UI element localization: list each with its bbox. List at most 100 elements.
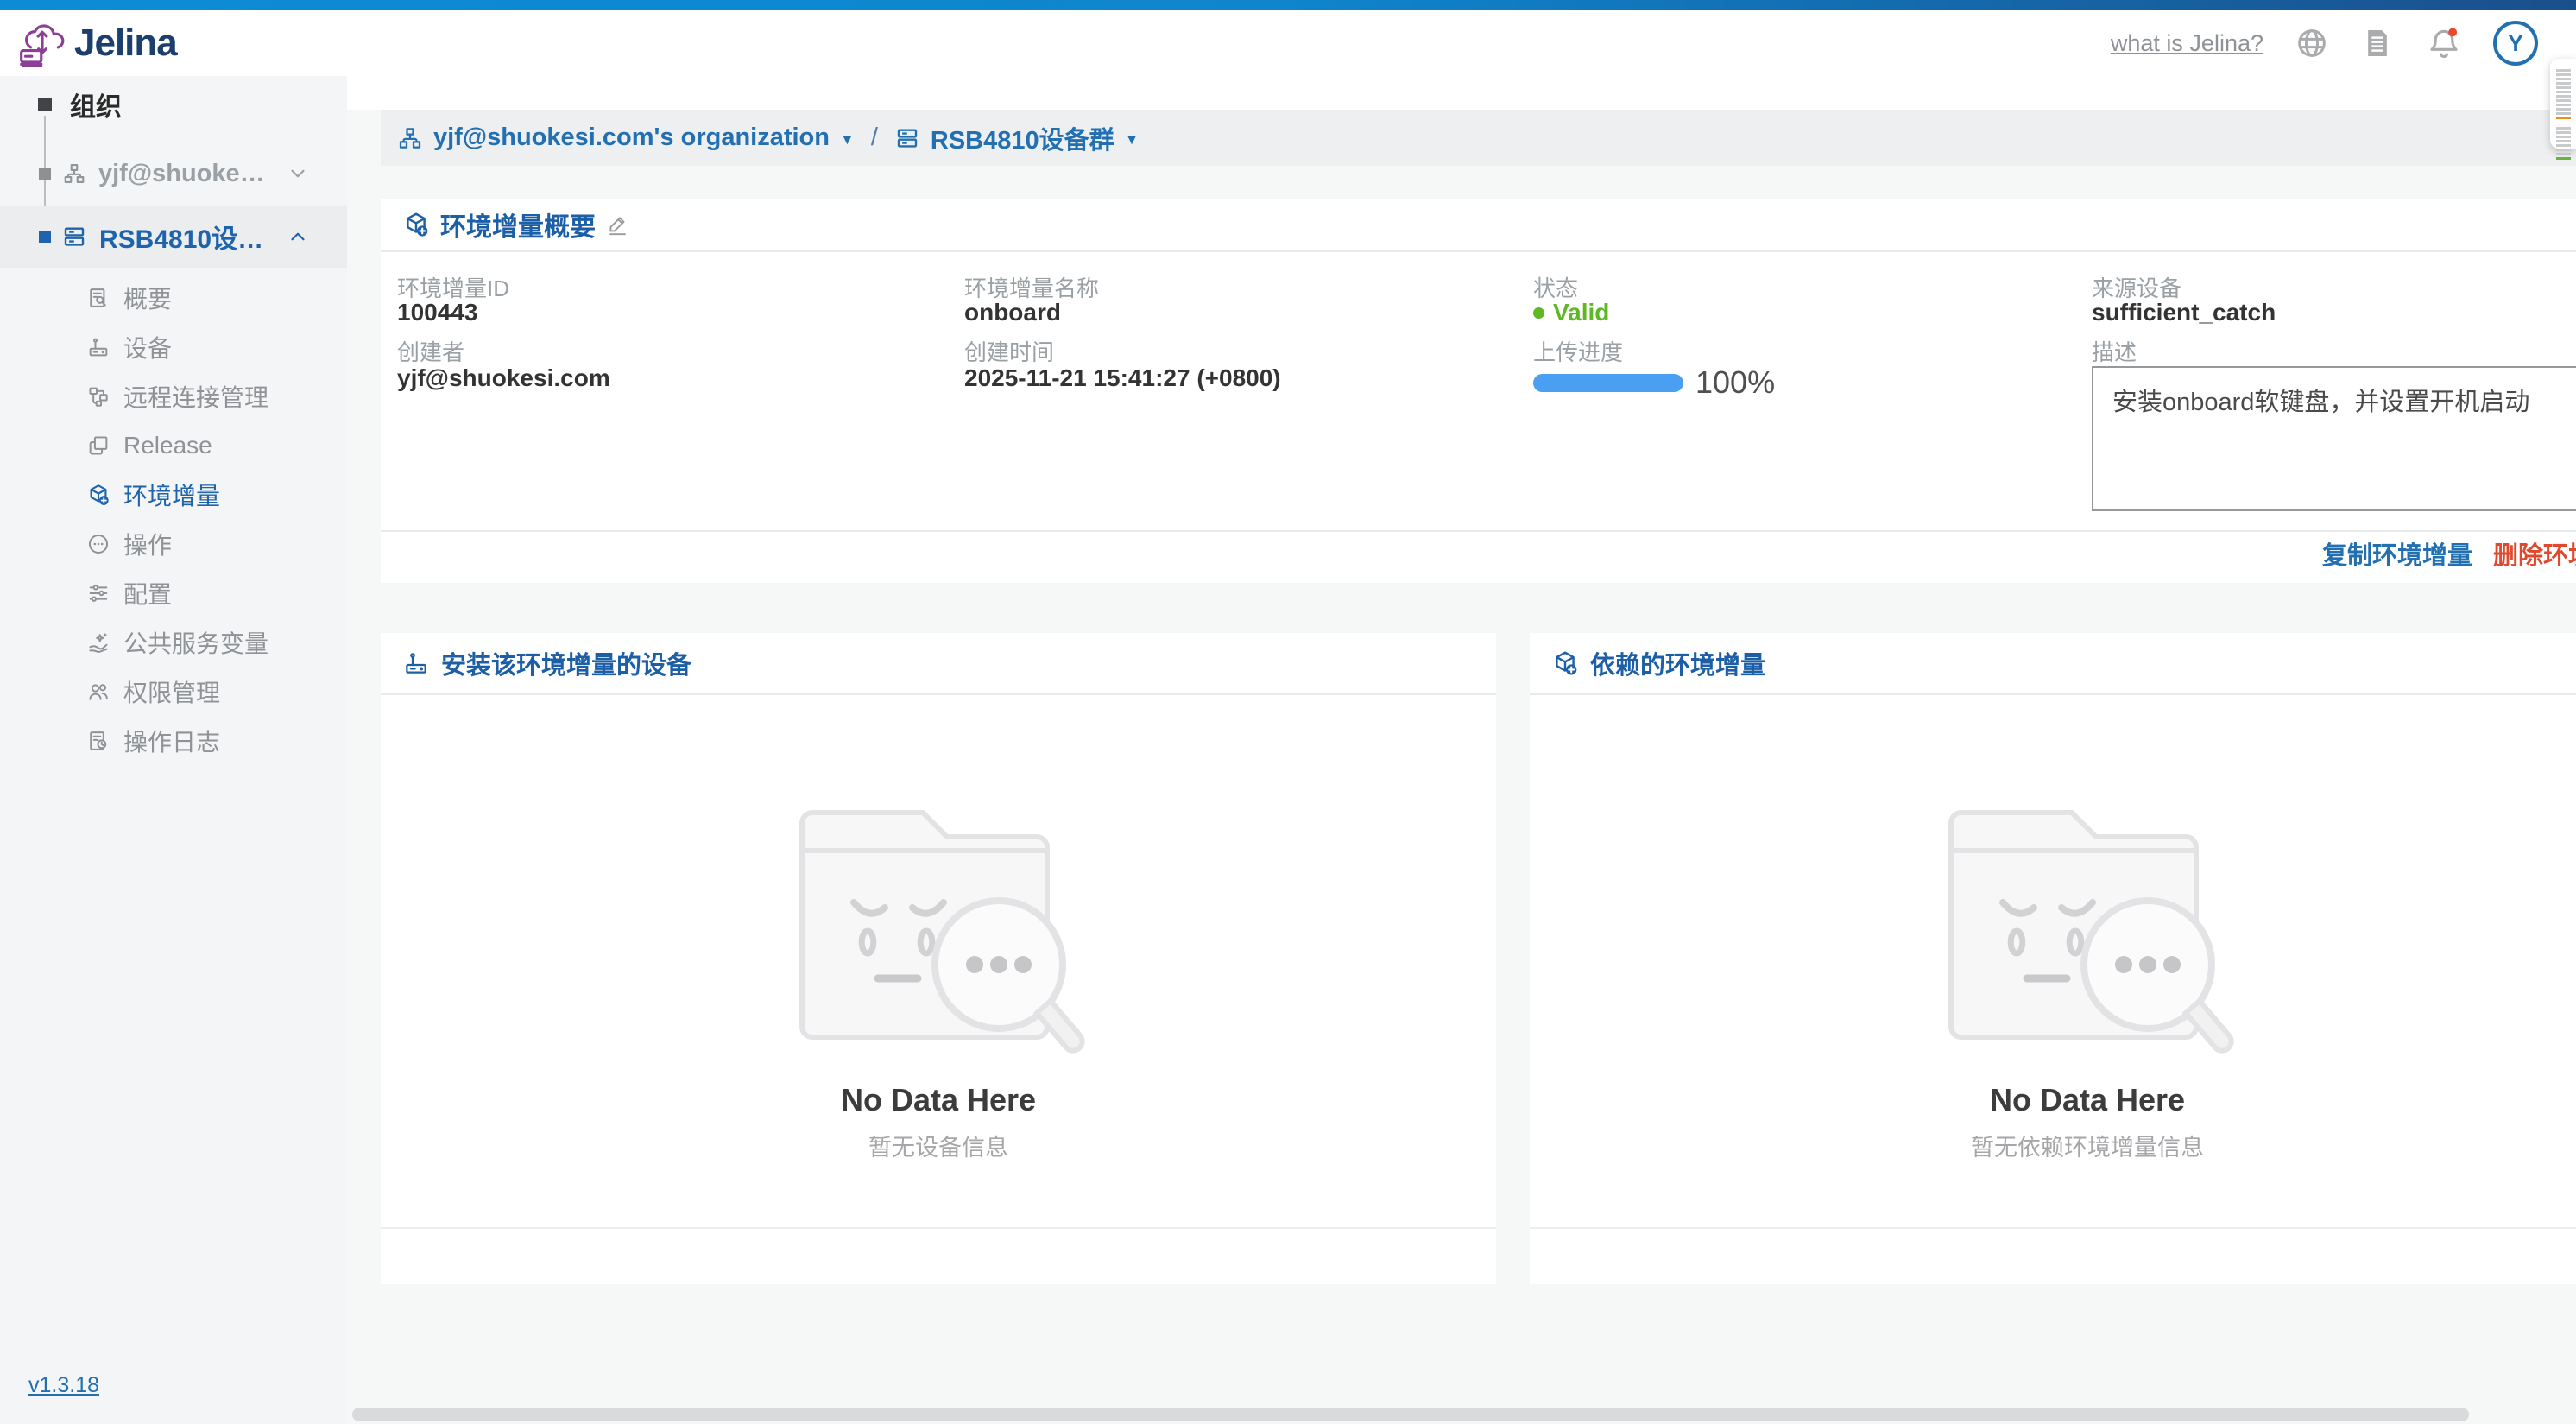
edit-pencil-icon[interactable] bbox=[606, 213, 629, 237]
document-icon[interactable] bbox=[2360, 26, 2395, 60]
status-dot bbox=[1533, 307, 1544, 319]
caret-down-icon: ▼ bbox=[1125, 131, 1140, 149]
sidebar-item-label: 概要 bbox=[123, 281, 172, 315]
sidebar-item-organization[interactable]: yjf@shuoke… bbox=[0, 147, 347, 200]
sidebar-item-permission[interactable]: 权限管理 bbox=[0, 667, 347, 716]
sidebar-item-operations[interactable]: 操作 bbox=[0, 519, 347, 568]
device-group-icon bbox=[894, 125, 920, 151]
floating-side-widget[interactable] bbox=[2550, 59, 2576, 149]
version-link[interactable]: v1.3.18 bbox=[28, 1373, 99, 1398]
upload-progress: 100% bbox=[1533, 364, 1775, 401]
env-increment-cube-icon bbox=[1551, 649, 1579, 677]
sidebar-item-label: RSB4810设… bbox=[99, 218, 263, 256]
sidebar-item-label: 配置 bbox=[123, 576, 172, 611]
sidebar-item-remote-connection[interactable]: 远程连接管理 bbox=[0, 371, 347, 421]
top-accent-bar bbox=[0, 0, 2576, 10]
empty-state-title: No Data Here bbox=[1990, 1082, 2185, 1118]
empty-folder-illustration bbox=[757, 771, 1120, 1073]
card-title: 依赖的环境增量 bbox=[1590, 645, 1765, 681]
organization-icon bbox=[62, 161, 86, 186]
device-icon bbox=[86, 335, 110, 359]
description-textarea[interactable]: 安装onboard软键盘，并设置开机启动 bbox=[2092, 366, 2576, 511]
device-group-icon bbox=[61, 224, 87, 250]
globe-icon[interactable] bbox=[2295, 26, 2329, 60]
sidebar-item-label: yjf@shuoke… bbox=[98, 160, 265, 188]
tree-node-square bbox=[39, 231, 51, 243]
organization-icon bbox=[397, 125, 423, 151]
remote-connection-icon bbox=[86, 384, 110, 408]
empty-state-title: No Data Here bbox=[841, 1082, 1036, 1118]
field-value-name: onboard bbox=[964, 299, 1061, 326]
main-content: yjf@shuokesi.com's organization ▼ / RSB4… bbox=[347, 76, 2576, 1424]
public-service-vars-icon bbox=[86, 630, 110, 655]
permission-users-icon bbox=[86, 680, 110, 704]
copy-env-increment-button[interactable]: 复制环境增量 bbox=[2322, 530, 2472, 583]
env-increment-cube-icon bbox=[86, 483, 110, 507]
sidebar-item-overview[interactable]: 概要 bbox=[0, 273, 347, 322]
breadcrumb-device-group[interactable]: RSB4810设备群 ▼ bbox=[894, 120, 1140, 156]
sidebar-subnav: 概要 设备 远程连接管理 Release 环境增量 操作 bbox=[0, 273, 347, 765]
bell-icon[interactable] bbox=[2426, 25, 2462, 61]
sidebar-item-config[interactable]: 配置 bbox=[0, 568, 347, 617]
caret-down-icon: ▼ bbox=[840, 131, 855, 149]
progress-bar bbox=[1533, 374, 1683, 392]
sidebar-item-label: 设备 bbox=[123, 330, 172, 364]
sidebar-item-operation-log[interactable]: 操作日志 bbox=[0, 716, 347, 765]
card-header: 依赖的环境增量 bbox=[1530, 633, 2576, 695]
card-body: No Data Here 暂无依赖环境增量信息 bbox=[1530, 695, 2576, 1162]
overview-icon bbox=[86, 286, 110, 310]
tree-node-square bbox=[39, 168, 51, 180]
field-label-created: 创建时间 bbox=[964, 335, 1054, 367]
field-value-status: Valid bbox=[1533, 299, 1609, 326]
card-footer-divider bbox=[381, 1227, 1496, 1229]
field-value-created: 2025-11-21 15:41:27 (+0800) bbox=[964, 364, 1281, 392]
breadcrumb-group-label: RSB4810设备群 bbox=[931, 120, 1114, 156]
operation-log-icon bbox=[86, 729, 110, 753]
sidebar-item-env-increment[interactable]: 环境增量 bbox=[0, 470, 347, 519]
field-value-creator: yjf@shuokesi.com bbox=[397, 364, 610, 392]
breadcrumb-org-label: yjf@shuokesi.com's organization bbox=[433, 123, 830, 152]
chevron-down-icon[interactable] bbox=[287, 162, 309, 185]
sidebar-section-organization: 组织 bbox=[0, 85, 347, 124]
cloud-logo-icon bbox=[16, 19, 69, 67]
sidebar-item-label: 公共服务变量 bbox=[123, 625, 268, 660]
horizontal-scrollbar-thumb[interactable] bbox=[352, 1408, 2469, 1421]
env-increment-cube-icon bbox=[402, 211, 430, 238]
tree-node-square bbox=[38, 98, 52, 111]
status-text: Valid bbox=[1553, 299, 1609, 326]
sidebar: 组织 yjf@shuoke… RSB4810设… 概要 设备 bbox=[0, 76, 347, 1424]
sidebar-item-label: 操作 bbox=[123, 527, 172, 561]
app-logo[interactable]: Jelina bbox=[16, 19, 177, 67]
sidebar-item-label: 远程连接管理 bbox=[123, 379, 268, 414]
help-link[interactable]: what is Jelina? bbox=[2111, 30, 2263, 57]
avatar[interactable]: Y bbox=[2493, 21, 2538, 66]
release-icon bbox=[86, 434, 110, 458]
empty-state-subtitle: 暂无设备信息 bbox=[868, 1129, 1008, 1162]
operations-icon bbox=[86, 532, 110, 556]
sidebar-item-devices[interactable]: 设备 bbox=[0, 322, 347, 371]
sidebar-item-label: 操作日志 bbox=[123, 724, 220, 758]
dependent-env-increments-card: 依赖的环境增量 No Data Here 暂无依赖环境增量信息 bbox=[1530, 633, 2576, 1284]
field-label-creator: 创建者 bbox=[397, 335, 464, 367]
sidebar-item-public-service-vars[interactable]: 公共服务变量 bbox=[0, 617, 347, 667]
panel-actions: 复制环境增量 删除环境增量 bbox=[381, 530, 2576, 583]
field-label-description: 描述 bbox=[2092, 335, 2137, 367]
installed-devices-card: 安装该环境增量的设备 No Data Here 暂无设备信息 bbox=[381, 633, 1496, 1284]
divider bbox=[381, 250, 2576, 252]
panel-title: 环境增量概要 bbox=[440, 206, 596, 244]
header-actions: what is Jelina? Y bbox=[2111, 21, 2538, 66]
card-title: 安装该环境增量的设备 bbox=[441, 645, 691, 681]
empty-state-subtitle: 暂无依赖环境增量信息 bbox=[1971, 1129, 2204, 1162]
field-value-source: sufficient_catch bbox=[2092, 299, 2276, 326]
sidebar-item-release[interactable]: Release bbox=[0, 421, 347, 470]
config-sliders-icon bbox=[86, 581, 110, 605]
sidebar-item-device-group[interactable]: RSB4810设… bbox=[0, 206, 347, 268]
delete-env-increment-button[interactable]: 删除环境增量 bbox=[2493, 530, 2576, 583]
chevron-up-icon[interactable] bbox=[287, 225, 309, 248]
field-value-id: 100443 bbox=[397, 299, 477, 326]
breadcrumb: yjf@shuokesi.com's organization ▼ / RSB4… bbox=[381, 110, 2576, 166]
sidebar-item-label: Release bbox=[123, 432, 212, 459]
app-header: Jelina what is Jelina? Y bbox=[0, 10, 2576, 76]
breadcrumb-organization[interactable]: yjf@shuokesi.com's organization ▼ bbox=[397, 123, 855, 152]
sidebar-section-title: 组织 bbox=[70, 85, 122, 123]
